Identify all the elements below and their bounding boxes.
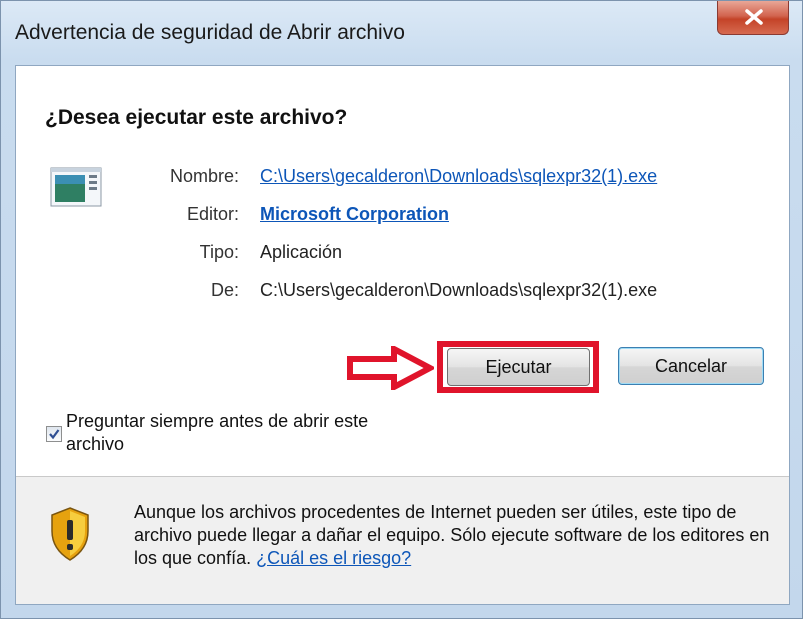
- title-bar[interactable]: Advertencia de seguridad de Abrir archiv…: [1, 1, 802, 65]
- always-ask-checkbox[interactable]: [46, 426, 62, 442]
- editor-label: Editor:: [186, 204, 239, 224]
- close-icon: [745, 9, 763, 25]
- de-label: De:: [210, 280, 239, 300]
- dialog-window: Advertencia de seguridad de Abrir archiv…: [0, 0, 803, 619]
- dialog-question: ¿Desea ejecutar este archivo?: [45, 106, 348, 129]
- always-ask-label: Preguntar siempre antes de abrir este ar…: [66, 411, 369, 454]
- window-title: Advertencia de seguridad de Abrir archiv…: [15, 21, 405, 44]
- warning-message: Aunque los archivos procedentes de Inter…: [134, 501, 774, 570]
- nombre-value-link[interactable]: C:\Users\gecalderon\Downloads\sqlexpr32(…: [260, 166, 657, 187]
- close-button[interactable]: [717, 1, 789, 35]
- cancel-button[interactable]: Cancelar: [618, 347, 764, 385]
- warning-shield-icon: [51, 507, 89, 561]
- tipo-value: Aplicación: [260, 242, 343, 262]
- risk-link[interactable]: ¿Cuál es el riesgo?: [256, 548, 411, 568]
- editor-value-link[interactable]: Microsoft Corporation: [260, 204, 449, 225]
- de-value: C:\Users\gecalderon\Downloads\sqlexpr32(…: [260, 280, 658, 300]
- highlight-box: [437, 341, 599, 393]
- checkmark-icon: [49, 429, 60, 440]
- application-file-icon: [50, 167, 102, 207]
- red-arrow-icon: [347, 346, 434, 390]
- warning-text: Aunque los archivos procedentes de Inter…: [134, 502, 770, 568]
- tipo-label: Tipo:: [199, 242, 239, 262]
- dialog-content: ¿Desea ejecutar este archivo? Nombre: C:…: [15, 65, 790, 605]
- nombre-label: Nombre:: [169, 166, 239, 186]
